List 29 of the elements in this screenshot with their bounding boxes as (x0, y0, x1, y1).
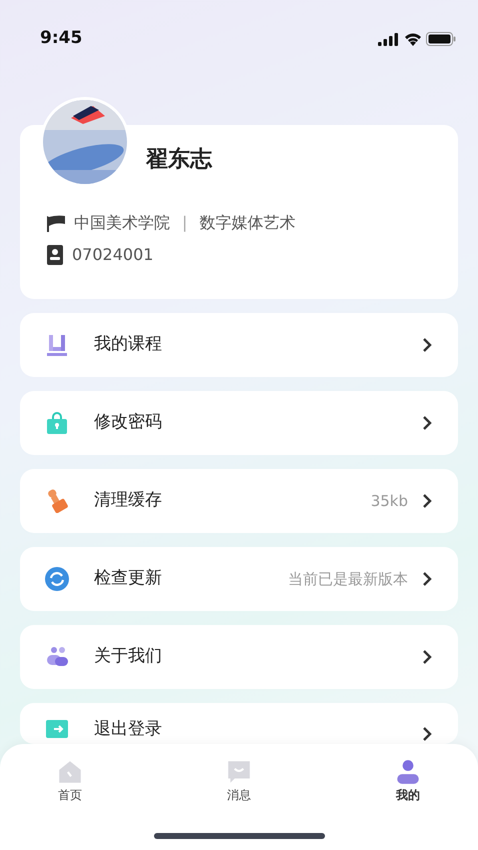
battery-icon (426, 32, 456, 46)
menu-item[interactable]: 我的课程 (20, 313, 458, 377)
major-name: 数字媒体艺术 (199, 212, 296, 234)
chevron-right-icon (422, 493, 432, 509)
separator: | (182, 212, 188, 234)
student-id: 07024001 (72, 244, 154, 266)
id-card-icon (46, 245, 64, 265)
lock-icon (44, 411, 70, 435)
menu-item[interactable]: 关于我们 (20, 625, 458, 689)
signal-icon (378, 32, 400, 46)
refresh-icon (44, 567, 70, 591)
chevron-right-icon (422, 571, 432, 587)
menu-item[interactable]: 修改密码 (20, 391, 458, 455)
status-time: 9:45 (40, 27, 82, 50)
menu-item[interactable]: 清理缓存 35kb (20, 469, 458, 533)
tab[interactable]: 我的 (373, 752, 443, 804)
wifi-icon (404, 32, 422, 46)
menu-item[interactable]: 检查更新 当前已是最新版本 (20, 547, 458, 611)
menu-item[interactable]: 退出登录 (20, 703, 458, 744)
tab[interactable]: 消息 (204, 752, 274, 804)
chevron-right-icon (422, 415, 432, 431)
chevron-right-icon (422, 726, 432, 742)
user-name: 翟东志 (146, 146, 212, 174)
tab[interactable]: 首页 (35, 752, 105, 804)
school-name: 中国美术学院 (74, 212, 170, 234)
chevron-right-icon (422, 337, 432, 353)
chevron-right-icon (422, 649, 432, 665)
book-icon (44, 333, 70, 357)
people-icon (44, 645, 70, 669)
